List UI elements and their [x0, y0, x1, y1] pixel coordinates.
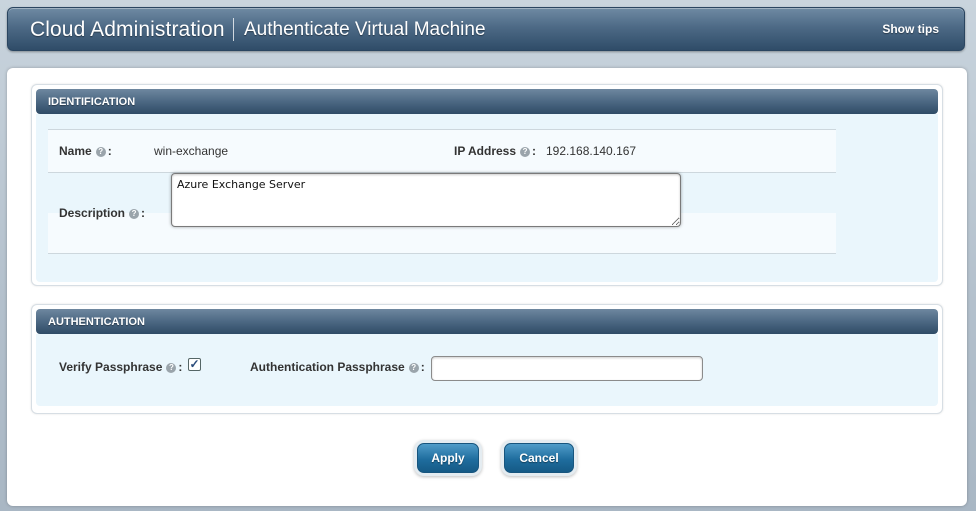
help-icon[interactable]: ?	[166, 362, 177, 373]
authentication-section: AUTHENTICATION Verify Passphrase?: ✓ Aut…	[31, 304, 943, 414]
help-icon[interactable]: ?	[95, 146, 106, 157]
help-icon[interactable]: ?	[129, 208, 140, 219]
main-panel: IDENTIFICATION Name?: win-exchange IP Ad…	[7, 68, 967, 506]
auth-passphrase-label-text: Authentication Passphrase	[250, 360, 405, 374]
ip-address-label-text: IP Address	[454, 144, 517, 158]
identification-section: IDENTIFICATION Name?: win-exchange IP Ad…	[31, 84, 943, 286]
name-label: Name?:	[59, 144, 112, 158]
top-header-bar: Cloud Administration Authenticate Virtua…	[7, 7, 965, 51]
colon: :	[141, 206, 146, 220]
description-label: Description?:	[59, 206, 145, 220]
colon: :	[532, 144, 537, 158]
ip-address-label: IP Address?:	[454, 144, 536, 158]
help-icon[interactable]: ?	[520, 146, 531, 157]
help-icon[interactable]: ?	[408, 362, 419, 373]
authentication-body: Verify Passphrase?: ✓ Authentication Pas…	[36, 334, 938, 406]
auth-passphrase-label: Authentication Passphrase?:	[250, 360, 425, 374]
identification-header: IDENTIFICATION	[36, 89, 938, 114]
colon: :	[107, 144, 112, 158]
page-title: Authenticate Virtual Machine	[244, 19, 486, 40]
checkmark-icon: ✓	[189, 357, 200, 371]
apply-button[interactable]: Apply	[417, 443, 479, 473]
row-divider	[48, 253, 836, 254]
ip-address-value: 192.168.140.167	[546, 144, 637, 158]
name-value: win-exchange	[154, 144, 229, 158]
colon: :	[420, 360, 425, 374]
verify-passphrase-label-text: Verify Passphrase	[59, 360, 163, 374]
authentication-header: AUTHENTICATION	[36, 309, 938, 334]
show-tips-link[interactable]: Show tips	[882, 22, 939, 36]
description-label-text: Description	[59, 206, 126, 220]
app-title: Cloud Administration	[30, 18, 225, 41]
colon: :	[178, 360, 183, 374]
auth-passphrase-input[interactable]	[431, 356, 703, 381]
title-divider	[233, 18, 234, 41]
cancel-button[interactable]: Cancel	[504, 443, 574, 473]
verify-passphrase-label: Verify Passphrase?:	[59, 360, 182, 374]
verify-passphrase-checkbox[interactable]: ✓	[188, 358, 201, 371]
description-field[interactable]: Azure Exchange Server	[171, 173, 681, 227]
name-label-text: Name	[59, 144, 92, 158]
